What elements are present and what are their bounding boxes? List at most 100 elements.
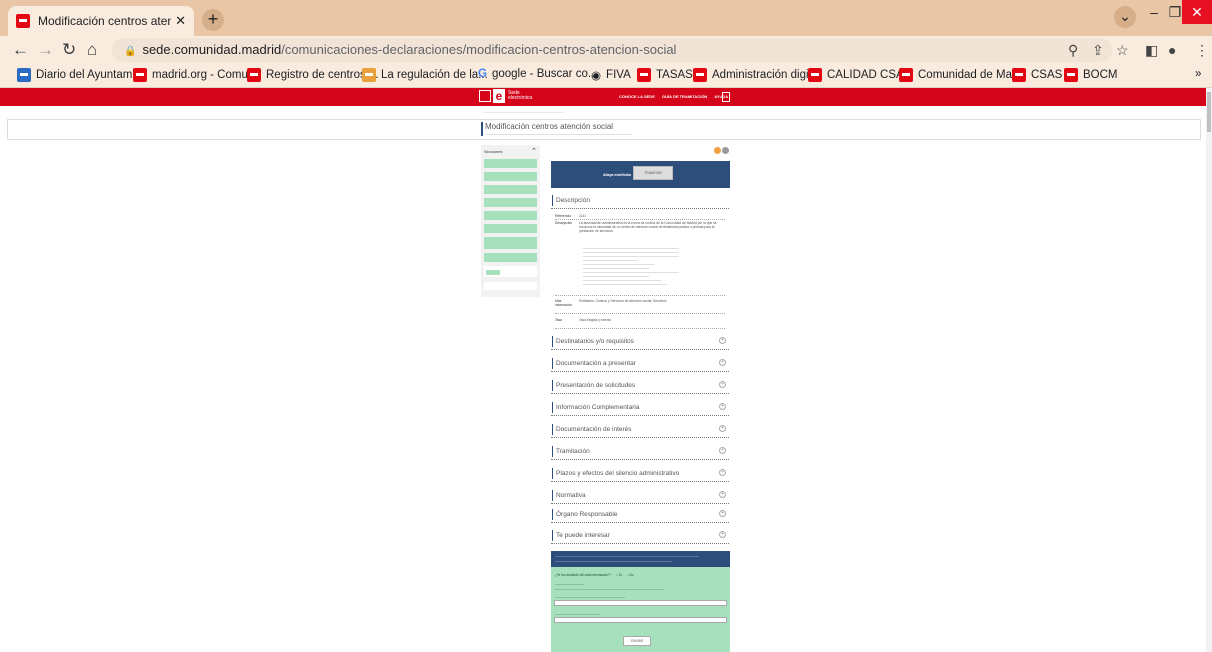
new-tab-button[interactable]: + [202, 9, 224, 31]
bookmark-item[interactable]: La regulación de la... [362, 68, 488, 82]
home-icon[interactable]: ⌂ [87, 40, 97, 60]
side-panel-icon[interactable]: ◧ [1145, 40, 1158, 60]
link-guia-tramitacion[interactable]: GUÍA DE TRAMITACIÓN [662, 94, 707, 99]
sidebar-item[interactable] [484, 172, 537, 181]
sidebar-item[interactable] [484, 198, 537, 207]
lock-icon[interactable]: 🔒 [124, 46, 136, 57]
gray-circle-icon[interactable] [722, 147, 729, 154]
section-organo-responsable[interactable]: Órgano Responsable + [551, 507, 729, 523]
link-conoce-la-sede[interactable]: CONOCE LA SEDE [619, 94, 655, 99]
bookmark-item[interactable]: CSAS [1012, 68, 1062, 82]
expand-plus-icon[interactable]: + [719, 425, 726, 432]
bookmark-label: madrid.org - Comu... [152, 69, 258, 81]
desc-list: ———————————————————————————————— ———————… [583, 246, 679, 286]
survey-text-input[interactable] [554, 617, 727, 623]
logo-text: Sede electrónica [508, 90, 533, 101]
breadcrumb[interactable]: ——————————————————————————— [483, 110, 564, 114]
expand-plus-icon[interactable]: + [719, 447, 726, 454]
chevron-up-icon[interactable]: ⌃ [531, 147, 537, 155]
survey-text-input[interactable] [554, 600, 727, 606]
section-descripcion[interactable]: Descripción [551, 193, 729, 209]
section-informacion-complementaria[interactable]: Información Complementaria + [551, 400, 729, 416]
section-documentacion-interes[interactable]: Documentación de interés + [551, 422, 729, 438]
expand-plus-icon[interactable]: + [719, 403, 726, 410]
bookmark-item[interactable]: Registro de centros,... [247, 68, 379, 82]
profile-avatar-icon[interactable]: ● [1168, 40, 1176, 60]
desc-key: Descripción [555, 221, 573, 225]
site-header: e Sede electrónica CONOCE LA SEDE GUÍA D… [0, 88, 1206, 106]
bookmark-star-icon[interactable]: ☆ [1116, 40, 1129, 60]
bookmark-item[interactable]: Administración digi... [693, 68, 818, 82]
radio-yes[interactable]: ○ [616, 573, 618, 577]
section-label: Plazos y efectos del silencio administra… [556, 470, 680, 477]
header-user-icon[interactable] [722, 92, 730, 102]
bookmark-item[interactable]: Ggoogle - Buscar co... [478, 68, 597, 80]
bookmarks-overflow-icon[interactable]: » [1195, 68, 1201, 80]
madrid-favicon-icon [1012, 68, 1026, 82]
zoom-icon[interactable]: ⚲ [1068, 40, 1078, 60]
desc-value-link[interactable]: Entidades, Centros y Servicios de atenci… [579, 299, 725, 303]
madrid-favicon-icon [899, 68, 913, 82]
sidebar-item[interactable] [484, 211, 537, 220]
page-scrollbar[interactable] [1206, 88, 1212, 652]
survey-field-label: —————————————————————— [555, 595, 626, 599]
sidebar-search-input[interactable] [484, 282, 537, 290]
forward-arrow-icon[interactable]: → [37, 40, 54, 60]
radio-no-label: No [629, 573, 634, 577]
section-label: Documentación a presentar [556, 360, 636, 367]
madrid-favicon-icon [16, 14, 30, 28]
bookmark-item[interactable]: ◉ FIVA [591, 68, 631, 82]
survey-hint: —————————————————————————————————— [555, 587, 664, 591]
bookmark-item[interactable]: TASAS [637, 68, 693, 82]
expand-plus-icon[interactable]: + [719, 359, 726, 366]
tab-search-chevron-icon[interactable]: ⌄ [1114, 6, 1136, 28]
reload-icon[interactable]: ↻ [62, 40, 76, 60]
expand-plus-icon[interactable]: + [719, 510, 726, 517]
section-documentacion[interactable]: Documentación a presentar + [551, 356, 729, 372]
page-scrollbar-thumb[interactable] [1207, 92, 1211, 132]
expand-plus-icon[interactable]: + [719, 469, 726, 476]
section-normativa[interactable]: Normativa + [551, 488, 729, 504]
close-window-button[interactable]: ✕ [1182, 0, 1212, 24]
sidebar-item[interactable] [484, 159, 537, 168]
section-plazos[interactable]: Plazos y efectos del silencio administra… [551, 466, 729, 482]
globe-icon: ◉ [591, 70, 602, 82]
sidebar-item[interactable] [484, 253, 537, 262]
section-destinatarios[interactable]: Destinatarios y/o requisitos + [551, 334, 729, 350]
expand-plus-icon[interactable]: + [719, 337, 726, 344]
sidebar-item[interactable] [484, 224, 537, 233]
back-arrow-icon[interactable]: ← [12, 40, 29, 60]
document-favicon-icon [17, 68, 31, 82]
bookmark-item[interactable]: madrid.org - Comu... [133, 68, 257, 82]
bookmark-item[interactable]: CALIDAD CSAS [808, 68, 911, 82]
bookmark-label: Diario del Ayuntami... [36, 69, 145, 81]
sidebar-search[interactable] [484, 266, 537, 277]
section-tramitacion[interactable]: Tramitación + [551, 444, 729, 460]
expand-plus-icon[interactable]: + [719, 531, 726, 538]
tab-close-icon[interactable]: ✕ [175, 13, 186, 29]
share-icon[interactable]: ⇪ [1092, 40, 1104, 60]
bookmark-label: La regulación de la... [381, 69, 488, 81]
sidebar-item[interactable] [484, 185, 537, 194]
url-field[interactable]: 🔒 sede.comunidad.madrid/comunicaciones-de… [112, 38, 1112, 62]
bookmark-item[interactable]: Diario del Ayuntami... [17, 68, 144, 82]
send-button[interactable]: ENVIAR [623, 636, 651, 646]
sidebar-title: Secciones [484, 149, 503, 154]
bookmark-item[interactable]: Comunidad de Ma... [899, 68, 1022, 82]
sidebar-search-button[interactable] [486, 270, 500, 275]
expand-plus-icon[interactable]: + [719, 491, 726, 498]
section-accent [552, 446, 553, 457]
section-presentacion[interactable]: Presentación de solicitudes + [551, 378, 729, 394]
minimize-button[interactable]: – [1144, 0, 1164, 24]
orange-circle-icon[interactable] [714, 147, 721, 154]
bookmark-item[interactable]: BOCM [1064, 68, 1118, 82]
sidebar-item[interactable] [484, 237, 537, 249]
tramitar-button[interactable]: TRAMITAR [633, 166, 673, 180]
menu-kebab-icon[interactable]: ⋮ [1195, 40, 1209, 60]
section-accent [552, 358, 553, 369]
expand-plus-icon[interactable]: + [719, 381, 726, 388]
section-te-puede-interesar[interactable]: Te puede interesar + [551, 528, 729, 544]
sede-logo[interactable]: e Sede electrónica [479, 89, 534, 103]
browser-tab-active[interactable]: Modificación centros atención so ✕ [8, 6, 194, 36]
madrid-favicon-icon [1064, 68, 1078, 82]
